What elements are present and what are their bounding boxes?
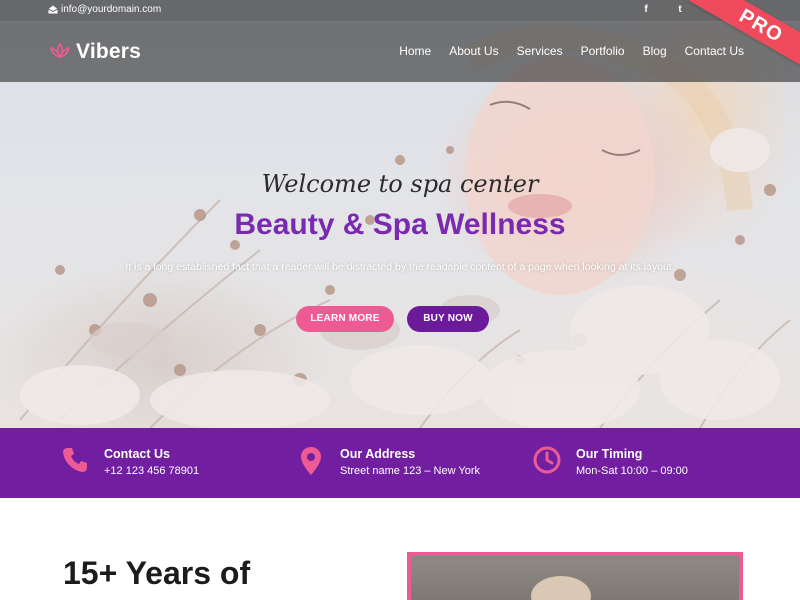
- top-bar: info@yourdomain.com f t in: [0, 0, 800, 22]
- brand-name: Vibers: [76, 40, 142, 63]
- info-strip: Contact Us +12 123 456 78901 Our Address…: [0, 428, 800, 498]
- info-value-timing: Mon-Sat 10:00 – 09:00: [576, 465, 688, 477]
- about-heading: 15+ Years of: [63, 555, 251, 591]
- main-navbar: Vibers Home About Us Services Portfolio …: [0, 22, 800, 82]
- about-photo: [411, 560, 739, 600]
- nav-contact-us[interactable]: Contact Us: [685, 44, 744, 58]
- hero-title: Beauty & Spa Wellness: [234, 208, 566, 241]
- info-timing: Our Timing Mon-Sat 10:00 – 09:00: [532, 446, 688, 477]
- info-title-address: Our Address: [340, 447, 416, 461]
- phone-icon: [60, 446, 90, 476]
- facebook-icon[interactable]: f: [640, 4, 652, 15]
- info-contact: Contact Us +12 123 456 78901: [60, 446, 199, 477]
- email-text: info@yourdomain.com: [61, 4, 162, 15]
- info-title-contact: Contact Us: [104, 447, 170, 461]
- site-logo[interactable]: Vibers: [48, 40, 141, 64]
- info-title-timing: Our Timing: [576, 447, 643, 461]
- hero-description: It is a long established fact that a rea…: [125, 261, 675, 273]
- nav-services[interactable]: Services: [517, 44, 563, 58]
- clock-icon: [532, 446, 562, 476]
- info-value-address: Street name 123 – New York: [340, 465, 481, 477]
- photo-subject: [531, 576, 591, 600]
- info-address: Our Address Street name 123 – New York: [296, 446, 480, 477]
- lotus-icon: [49, 42, 71, 59]
- location-pin-icon: [296, 446, 326, 476]
- twitter-icon[interactable]: t: [674, 4, 686, 15]
- info-value-contact: +12 123 456 78901: [104, 465, 200, 477]
- nav-portfolio[interactable]: Portfolio: [581, 44, 625, 58]
- nav-home[interactable]: Home: [399, 44, 431, 58]
- nav-menu: Home About Us Services Portfolio Blog Co…: [399, 44, 744, 58]
- envelope-icon: [48, 5, 58, 14]
- about-photo-frame: [407, 552, 743, 600]
- hero-welcome-text: Welcome to spa center: [261, 170, 539, 198]
- learn-more-button[interactable]: LEARN MORE: [296, 306, 394, 332]
- buy-now-button[interactable]: BUY NOW: [407, 306, 489, 332]
- nav-about-us[interactable]: About Us: [449, 44, 498, 58]
- email-link[interactable]: info@yourdomain.com: [48, 4, 161, 15]
- nav-blog[interactable]: Blog: [643, 44, 667, 58]
